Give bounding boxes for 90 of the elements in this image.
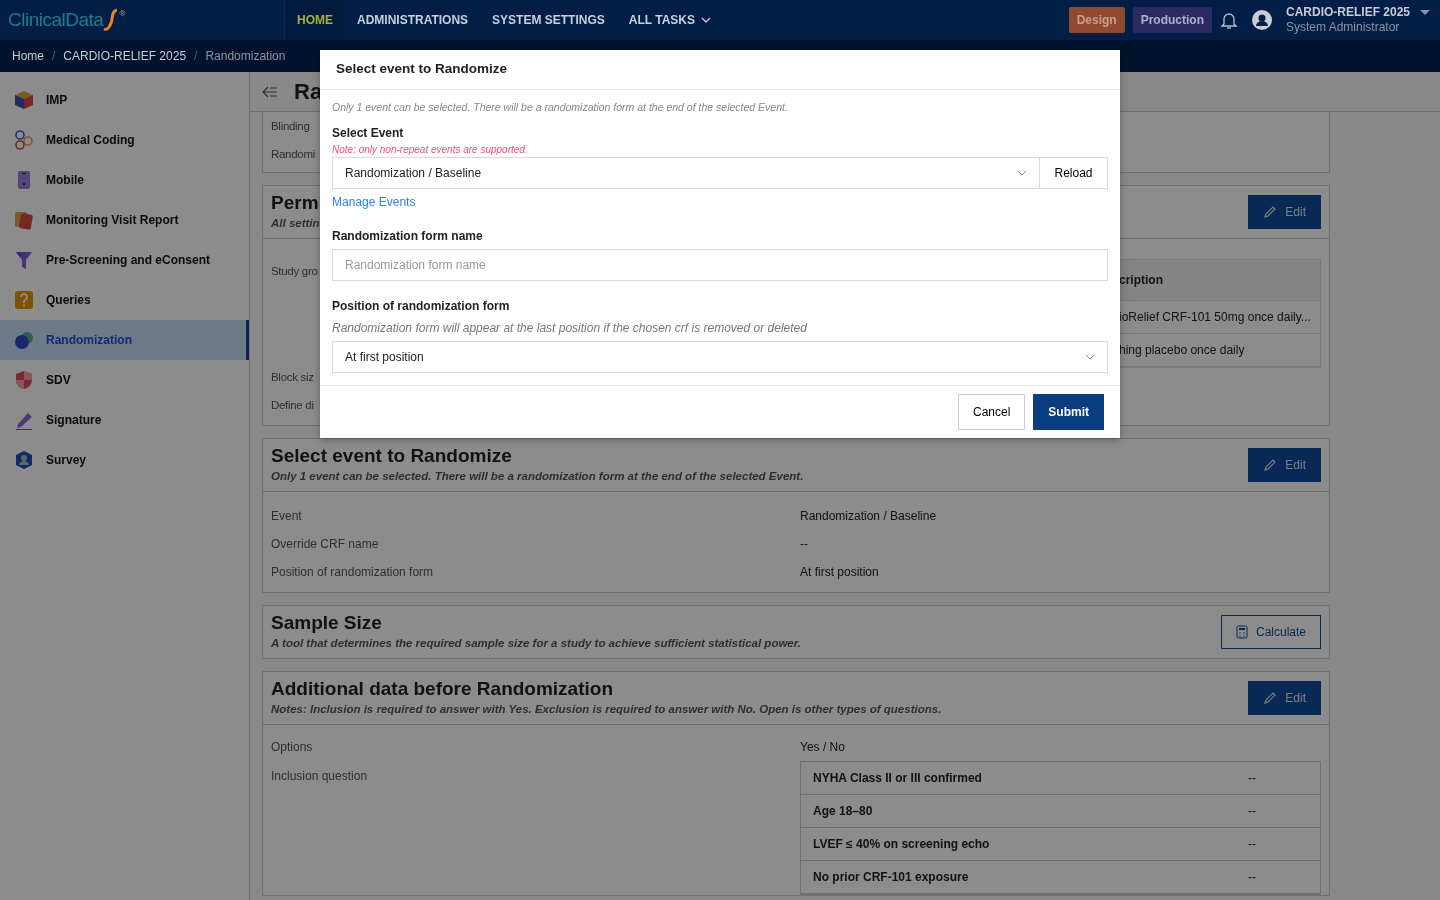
field-value: -- xyxy=(800,536,808,554)
field-label: Blinding xyxy=(271,119,310,134)
card-title: Additional data before Randomization xyxy=(271,678,613,701)
card-subtitle: All settin xyxy=(271,215,320,231)
card-subtitle: Notes: Inclusion is required to answer with Yes. Exclusion is required to answer with No. Open is other types of questions. xyxy=(271,701,942,717)
funnel-icon xyxy=(14,250,34,270)
logo-text: ClinicalData xyxy=(8,7,104,32)
field-label: Define di xyxy=(271,398,314,414)
pencil-icon xyxy=(1263,691,1278,706)
field-label: Options xyxy=(271,739,314,757)
sidebar-item[interactable]: SDV xyxy=(0,360,249,400)
circles-icon xyxy=(14,330,34,350)
table-header: cription xyxy=(1119,260,1320,302)
manage-events-link[interactable]: Manage Events xyxy=(332,192,416,211)
position-select[interactable]: At first position xyxy=(332,340,1108,373)
question-text: NYHA Class II or III confirmed xyxy=(813,770,983,788)
pencil-icon xyxy=(1263,458,1278,473)
dialog-title: Select event to Randomize xyxy=(336,60,508,79)
study-name: CARDIO-RELIEF 2025 xyxy=(1285,5,1410,20)
person-hexagon-icon xyxy=(14,450,34,470)
field-label: Position of randomization form xyxy=(271,564,435,582)
field-value: At first position xyxy=(800,564,879,582)
nav-tab[interactable]: SYSTEM SETTINGS xyxy=(480,0,617,40)
pencil-icon xyxy=(1263,205,1278,219)
form-name-field[interactable]: Randomization form name xyxy=(332,248,1108,281)
cards-icon xyxy=(14,210,34,230)
user-role: System Administrator xyxy=(1285,20,1401,35)
breadcrumb-separator: / xyxy=(194,48,198,65)
swirl-icon xyxy=(103,7,120,33)
chevron-down-icon xyxy=(1085,353,1095,360)
calculate-button[interactable]: Calculate xyxy=(1220,615,1321,650)
field-label: Randomization form name xyxy=(332,227,484,245)
question-text: LVEF ≤ 40% on screening echo xyxy=(813,836,991,854)
sidebar-item[interactable]: Signature xyxy=(0,400,249,440)
environment-badge[interactable]: Production xyxy=(1132,7,1212,33)
sidebar-item[interactable]: Survey xyxy=(0,440,249,480)
edit-button[interactable]: Edit xyxy=(1248,448,1321,483)
calculator-icon xyxy=(1235,625,1248,640)
answer-value: -- xyxy=(1248,836,1257,854)
reload-button[interactable]: Reload xyxy=(1040,156,1108,189)
edit-button[interactable]: Edit xyxy=(1248,681,1321,716)
warning-note: Note: only non-repeat events are supported. xyxy=(332,142,529,157)
breadcrumb-separator: / xyxy=(52,48,56,65)
sidebar-item[interactable]: IMP xyxy=(0,80,249,120)
field-label: Study gro xyxy=(271,264,318,280)
field-label: Randomi xyxy=(271,147,315,162)
field-label: Select Event xyxy=(332,124,405,142)
breadcrumb-link[interactable]: CARDIO-RELIEF 2025 xyxy=(63,47,187,65)
field-value: Randomization / Baseline xyxy=(800,508,937,526)
registered-mark: ® xyxy=(119,8,126,20)
card-subtitle: A tool that determines the required sample size for a study to achieve sufficient statistical power. xyxy=(271,635,801,651)
card-title: Sample Size xyxy=(271,612,382,635)
sidebar-item[interactable]: Pre-Screening and eConsent xyxy=(0,240,249,280)
bell-icon[interactable] xyxy=(1219,10,1238,30)
nav-tab[interactable]: ADMINISTRATIONS xyxy=(345,0,481,40)
answer-value: -- xyxy=(1248,869,1257,887)
breadcrumb-link[interactable]: Home xyxy=(12,47,44,65)
field-label: Position of randomization form xyxy=(332,297,511,315)
answer-value: -- xyxy=(1248,770,1257,788)
answer-value: -- xyxy=(1248,803,1257,821)
field-label: Event xyxy=(271,508,303,526)
field-label: Block siz xyxy=(271,370,314,386)
nav-tab[interactable]: HOME xyxy=(285,0,345,40)
pen-icon xyxy=(14,410,34,430)
question-icon xyxy=(14,290,34,310)
chevron-down-icon xyxy=(1017,169,1027,176)
sidebar-item[interactable]: Mobile xyxy=(0,160,249,200)
field-value: Yes / No xyxy=(800,739,845,757)
cancel-button[interactable]: Cancel xyxy=(957,393,1026,430)
cube-icon xyxy=(14,90,34,110)
edit-button[interactable]: Edit xyxy=(1248,195,1321,229)
dialog-note: Only 1 event can be selected. There will be a randomization form at the end of the selected Event. xyxy=(332,100,789,115)
card-title: Select event to Randomize xyxy=(271,445,512,468)
question-text: No prior CRF-101 exposure xyxy=(813,869,970,887)
sidebar-item[interactable]: Monitoring Visit Report xyxy=(0,200,249,240)
caret-down-icon[interactable] xyxy=(1420,10,1430,16)
question-text: Age 18–80 xyxy=(813,803,874,821)
submit-button[interactable]: Submit xyxy=(1033,393,1104,430)
card-title: Perm xyxy=(271,192,319,215)
sidebar-item[interactable]: Queries xyxy=(0,280,249,320)
sidebar-item[interactable]: Medical Coding xyxy=(0,120,249,160)
field-hint: Randomization form will appear at the last position if the chosen crf is removed or deleted xyxy=(332,319,808,337)
field-label: Override CRF name xyxy=(271,536,380,554)
avatar-icon[interactable] xyxy=(1251,10,1272,30)
event-select[interactable]: Randomization / Baseline xyxy=(332,156,1040,189)
shield-icon xyxy=(14,370,34,390)
back-arrow-icon[interactable] xyxy=(262,85,278,98)
nav-tab[interactable]: ALL TASKS xyxy=(616,0,724,40)
field-label: Inclusion question xyxy=(271,768,369,786)
card-subtitle: Only 1 event can be selected. There will be a randomization form at the end of the selected Event. xyxy=(271,468,804,484)
